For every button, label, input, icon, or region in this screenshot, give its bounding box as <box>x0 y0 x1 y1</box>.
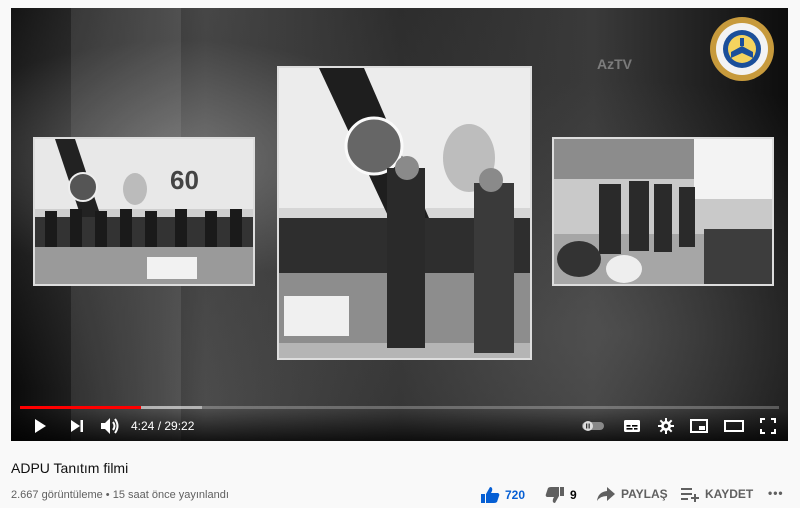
gear-icon <box>658 418 674 434</box>
more-actions-button[interactable]: ••• <box>768 486 784 500</box>
playlist-add-icon <box>681 488 699 502</box>
autoplay-toggle[interactable] <box>581 417 605 435</box>
subtitles-icon <box>624 420 640 432</box>
duration: 29:22 <box>164 419 195 433</box>
current-time: 4:24 <box>131 419 155 433</box>
archive-photo-left: 60 <box>33 137 255 286</box>
player-controls: 4:24 / 29:22 <box>11 410 788 441</box>
time-separator: / <box>154 419 165 433</box>
time-display: 4:24 / 29:22 <box>131 419 194 433</box>
theater-icon <box>724 420 744 432</box>
fullscreen-button[interactable] <box>758 417 778 435</box>
like-button[interactable]: 720 <box>480 486 525 504</box>
like-count: 720 <box>505 488 526 502</box>
share-icon <box>597 487 615 501</box>
share-label: PAYLAŞ <box>621 487 668 501</box>
progress-played <box>20 406 142 409</box>
thumbs-up-icon <box>481 487 500 503</box>
thumbs-down-icon <box>545 487 564 503</box>
next-button[interactable] <box>67 417 87 435</box>
dislike-count: 9 <box>570 488 577 502</box>
volume-button[interactable] <box>100 417 120 435</box>
video-meta: 2.667 görüntüleme • 15 saat önce yayınla… <box>11 489 229 501</box>
video-title: ADPU Tanıtım filmi <box>11 460 129 476</box>
volume-icon <box>101 418 119 434</box>
save-button[interactable]: KAYDET <box>680 486 753 502</box>
play-icon <box>35 419 46 433</box>
archive-photo-right <box>552 137 774 286</box>
theater-mode-button[interactable] <box>724 417 744 435</box>
svg-text:60: 60 <box>170 165 199 195</box>
settings-button[interactable] <box>656 417 676 435</box>
next-icon <box>71 420 83 432</box>
progress-bar[interactable] <box>20 406 779 409</box>
more-icon: ••• <box>768 486 784 500</box>
miniplayer-button[interactable] <box>689 417 709 435</box>
autoplay-toggle-icon <box>582 421 604 431</box>
share-button[interactable]: PAYLAŞ <box>596 486 668 502</box>
subtitles-button[interactable] <box>622 417 642 435</box>
channel-watermark: AzTV <box>597 56 632 72</box>
archive-photo-center <box>277 66 532 360</box>
dislike-button[interactable]: 9 <box>545 486 577 504</box>
fullscreen-icon <box>760 418 776 434</box>
video-player[interactable]: AzTV 60 4:24 / 29:22 <box>11 8 788 441</box>
save-label: KAYDET <box>705 487 754 501</box>
play-button[interactable] <box>30 417 50 435</box>
university-logo <box>709 16 775 82</box>
miniplayer-icon <box>690 419 708 433</box>
